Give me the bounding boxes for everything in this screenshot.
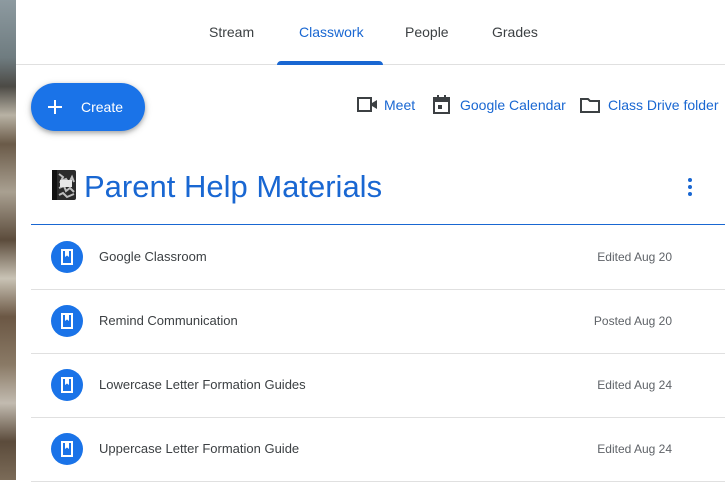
topic-title: Parent Help Materials	[84, 169, 383, 204]
google-calendar-label: Google Calendar	[460, 97, 566, 113]
material-date: Edited Aug 24	[597, 378, 672, 392]
class-drive-folder-link[interactable]: Class Drive folder	[580, 93, 720, 117]
meet-label: Meet	[384, 97, 416, 113]
video-camera-icon	[357, 97, 377, 112]
tab-people[interactable]: People	[405, 0, 449, 64]
material-icon	[51, 305, 83, 337]
more-options-icon[interactable]	[686, 176, 694, 200]
material-icon	[51, 241, 83, 273]
active-tab-indicator	[277, 61, 383, 65]
class-drive-folder-label: Class Drive folder	[608, 97, 719, 113]
material-date: Posted Aug 20	[593, 314, 672, 328]
plus-icon	[48, 100, 62, 114]
material-date: Edited Aug 24	[597, 442, 672, 456]
material-row[interactable]: Uppercase Letter Formation Guide Edited …	[31, 417, 725, 482]
composition-notebook-icon	[52, 170, 76, 200]
material-row[interactable]: Google Classroom Edited Aug 20	[31, 225, 725, 290]
material-title: Lowercase Letter Formation Guides	[99, 377, 306, 392]
tab-classwork[interactable]: Classwork	[299, 0, 364, 64]
calendar-icon	[433, 95, 450, 114]
material-date: Edited Aug 20	[597, 250, 672, 264]
class-tabs-bar: Stream Classwork People Grades	[16, 0, 725, 65]
material-icon	[51, 369, 83, 401]
tab-grades[interactable]: Grades	[492, 0, 538, 64]
tab-stream[interactable]: Stream	[209, 0, 254, 64]
google-calendar-link[interactable]: Google Calendar	[433, 93, 569, 117]
material-icon	[51, 433, 83, 465]
create-button-label: Create	[81, 99, 124, 115]
material-row[interactable]: Remind Communication Posted Aug 20	[31, 289, 725, 354]
create-button[interactable]: Create	[31, 83, 145, 131]
meet-link[interactable]: Meet	[357, 93, 419, 117]
material-title: Remind Communication	[99, 313, 238, 328]
material-title: Uppercase Letter Formation Guide	[99, 441, 300, 456]
background-image-strip	[0, 0, 16, 480]
folder-icon	[580, 98, 600, 113]
material-row[interactable]: Lowercase Letter Formation Guides Edited…	[31, 353, 725, 418]
material-title: Google Classroom	[99, 249, 207, 264]
